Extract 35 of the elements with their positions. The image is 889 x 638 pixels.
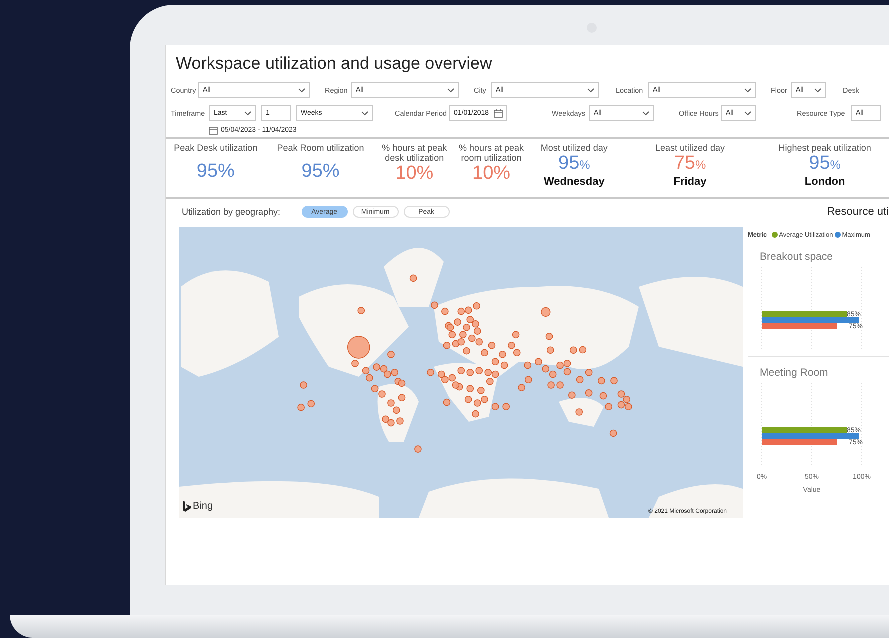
panel-title: Resource uti (827, 206, 889, 218)
chevron-down-icon (744, 88, 752, 92)
kpi-value: 95% (558, 153, 590, 176)
chevron-down-icon (298, 88, 306, 92)
kpi-label: Highest peak utilization (778, 143, 872, 153)
kpi-label: Least utilized day (655, 143, 726, 153)
report-title: Workspace utilization and usage overview (175, 53, 494, 75)
kpi-value: 10% (472, 163, 511, 185)
chevron-down-icon (447, 88, 455, 92)
chevron-down-icon (244, 110, 252, 116)
chevron-down-icon (361, 110, 369, 116)
chevron-down-icon (814, 88, 822, 92)
kpi-label: % hours at peak room utilization (458, 143, 526, 163)
kpi-detail: Friday (674, 176, 707, 188)
chevron-down-icon (744, 110, 752, 116)
kpi-label: Peak Room utilization (277, 143, 364, 153)
kpi-detail: London (804, 176, 846, 188)
chevron-down-icon (587, 88, 595, 92)
calendar-icon (209, 126, 218, 134)
kpi-label: Peak Desk utilization (174, 143, 258, 153)
kpi-label: % hours at peak desk utilization (381, 143, 448, 163)
kpi-detail: Wednesday (544, 176, 605, 188)
chart-title: Meeting Room (759, 367, 830, 379)
kpi-value: 75% (674, 153, 706, 176)
kpi-value: 95% (302, 161, 340, 183)
calendar-icon (494, 108, 503, 118)
kpi-value: 95% (196, 161, 235, 183)
kpi-value: 95% (809, 153, 841, 176)
kpi-value: 10% (396, 163, 434, 185)
map-logo-text: Bing (193, 501, 214, 512)
geography-label: Utilization by geography: (182, 207, 281, 217)
kpi-label: Most utilized day (540, 143, 608, 153)
chevron-down-icon (642, 110, 650, 116)
bing-logo-icon (183, 501, 191, 512)
chart-title: Breakout space (759, 251, 834, 263)
